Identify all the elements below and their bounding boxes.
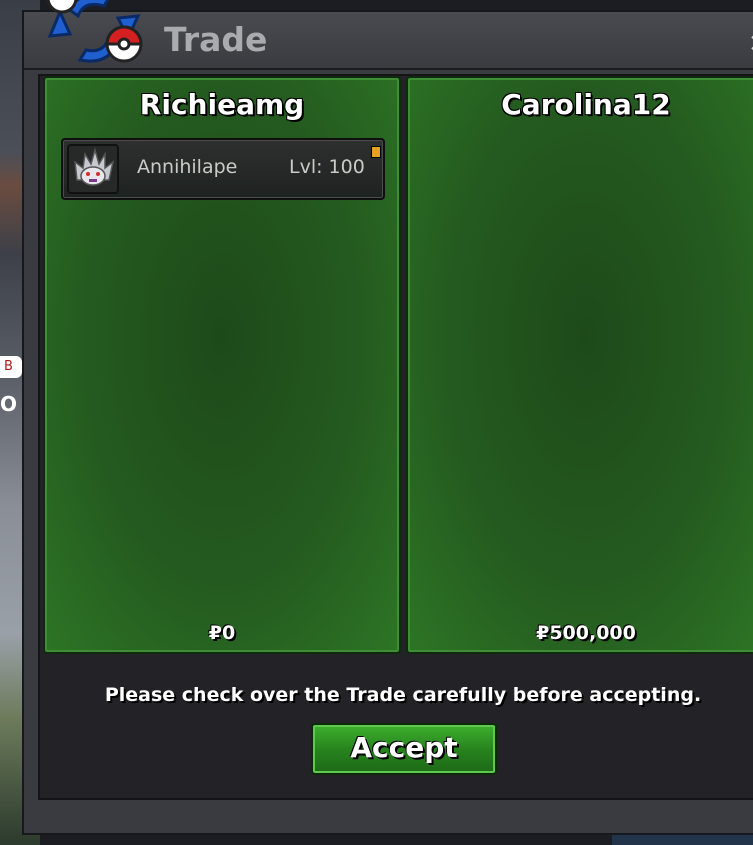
accept-button[interactable]: Accept [311, 723, 497, 775]
pokemon-level: Lvl: 100 [289, 156, 365, 178]
trade-item[interactable]: Annihilape Lvl: 100 [61, 138, 385, 200]
offer-panel-left: Richieamg Annihilape Lvl: 100 ₽0 [43, 76, 401, 654]
right-player-name: Carolina12 [501, 88, 671, 121]
item-marker-icon [371, 146, 381, 158]
right-money: ₽500,000 [536, 622, 636, 644]
left-player-name: Richieamg [139, 88, 305, 121]
pokemon-name: Annihilape [137, 156, 238, 178]
trade-notice: Please check over the Trade carefully be… [104, 684, 702, 706]
left-money: ₽0 [208, 622, 236, 644]
pokemon-sprite-icon [67, 144, 119, 194]
trade-logo-icon [46, 0, 143, 63]
window-title: Trade [164, 20, 268, 59]
background-text: O [0, 392, 18, 416]
close-button[interactable]: × [748, 28, 753, 58]
annihilape-icon [74, 147, 115, 186]
offer-panel-right: Carolina12 ₽500,000 [406, 76, 753, 654]
background-chat-bubble: B [0, 356, 22, 378]
